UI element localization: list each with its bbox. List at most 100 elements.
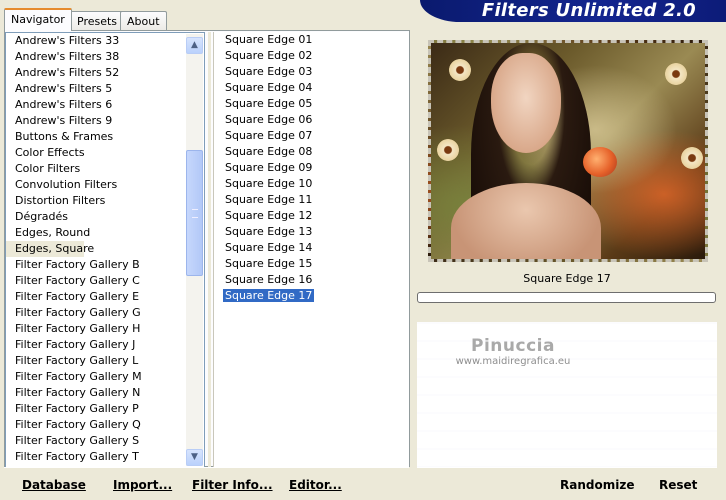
filter-item-label: Square Edge 04 — [225, 81, 313, 94]
filter-item[interactable]: Square Edge 01 — [214, 32, 409, 48]
watermark-url: www.maidiregrafica.eu — [455, 356, 571, 367]
reset-button[interactable]: Reset — [659, 474, 697, 496]
parameter-row[interactable] — [417, 414, 717, 430]
category-item[interactable]: Andrew's Filters 38 — [6, 49, 204, 65]
filter-item-label: Square Edge 06 — [225, 113, 313, 126]
category-scrollbar[interactable]: ▲ ▼ — [186, 34, 203, 466]
category-item[interactable]: Filter Factory Gallery G — [6, 305, 204, 321]
preview-image — [428, 40, 708, 262]
parameter-row[interactable] — [417, 396, 717, 412]
preview-flower — [681, 147, 703, 169]
filter-item[interactable]: Square Edge 02 — [214, 48, 409, 64]
filter-item[interactable]: Square Edge 05 — [214, 96, 409, 112]
filter-item[interactable]: Square Edge 14 — [214, 240, 409, 256]
filter-item-label: Square Edge 12 — [225, 209, 313, 222]
category-item[interactable]: Buttons & Frames — [6, 129, 204, 145]
bottom-toolbar-right: Randomize Reset — [417, 467, 717, 500]
filter-item[interactable]: Square Edge 16 — [214, 272, 409, 288]
category-item[interactable]: Filter Factory Gallery T — [6, 449, 204, 465]
filter-item-label: Square Edge 03 — [225, 65, 313, 78]
preview-face — [491, 53, 561, 153]
filter-item[interactable]: Square Edge 04 — [214, 80, 409, 96]
preview-flower — [665, 63, 687, 85]
filter-item[interactable]: Square Edge 09 — [214, 160, 409, 176]
filter-item-label: Square Edge 11 — [225, 193, 313, 206]
tab-presets[interactable]: Presets — [70, 11, 125, 30]
filter-item-label: Square Edge 05 — [225, 97, 313, 110]
preview-rose — [583, 147, 617, 177]
parameter-row[interactable] — [417, 432, 717, 448]
category-item[interactable]: Andrew's Filters 6 — [6, 97, 204, 113]
category-item[interactable]: Dégradés — [6, 209, 204, 225]
chevron-up-icon[interactable]: ▲ — [186, 37, 203, 54]
category-item[interactable]: Filter Factory Gallery S — [6, 433, 204, 449]
bottom-toolbar: Database Import... Filter Info... Editor… — [4, 467, 726, 500]
filter-item-label: Square Edge 15 — [225, 257, 313, 270]
filter-item-label: Square Edge 07 — [225, 129, 313, 142]
category-item[interactable]: Andrew's Filters 33 — [6, 33, 204, 49]
category-item[interactable]: Filter Factory Gallery H — [6, 321, 204, 337]
watermark-name: Pinuccia — [471, 336, 555, 356]
preview-flower — [449, 59, 471, 81]
filter-item[interactable]: Square Edge 13 — [214, 224, 409, 240]
filter-item-label: Square Edge 10 — [225, 177, 313, 190]
category-item[interactable]: Filter Factory Gallery N — [6, 385, 204, 401]
filter-item[interactable]: Square Edge 03 — [214, 64, 409, 80]
filter-item-label: Square Edge 16 — [225, 273, 313, 286]
filter-item[interactable]: Square Edge 08 — [214, 144, 409, 160]
list-splitter — [208, 32, 211, 468]
category-item[interactable]: Filter Factory Gallery L — [6, 353, 204, 369]
category-item[interactable]: Color Filters — [6, 161, 204, 177]
category-item[interactable]: Filter Factory Gallery P — [6, 401, 204, 417]
category-item[interactable]: Filter Factory Gallery Q — [6, 417, 204, 433]
parameter-row[interactable] — [417, 378, 717, 394]
filter-item-label: Square Edge 08 — [225, 145, 313, 158]
category-item[interactable]: Filter Factory Gallery C — [6, 273, 204, 289]
preview-flower — [437, 139, 459, 161]
tab-about[interactable]: About — [120, 11, 167, 30]
import-button[interactable]: Import... — [113, 474, 172, 496]
filter-item-label: Square Edge 17 — [221, 288, 316, 303]
category-item[interactable]: Distortion Filters — [6, 193, 204, 209]
database-button[interactable]: Database — [22, 474, 86, 496]
category-item[interactable]: Edges, Square — [6, 241, 94, 257]
filter-item[interactable]: Square Edge 07 — [214, 128, 409, 144]
bottom-toolbar-left: Database Import... Filter Info... Editor… — [4, 467, 408, 500]
category-item[interactable]: Filter Factory Gallery M — [6, 369, 204, 385]
filter-item-label: Square Edge 01 — [225, 33, 313, 46]
filter-item-label: Square Edge 09 — [225, 161, 313, 174]
chevron-down-icon[interactable]: ▼ — [186, 449, 203, 466]
parameter-row[interactable] — [417, 306, 717, 322]
category-item[interactable]: Filter Factory Gallery E — [6, 289, 204, 305]
filter-item[interactable]: Square Edge 11 — [214, 192, 409, 208]
category-item[interactable]: Andrew's Filters 5 — [6, 81, 204, 97]
app-title-banner: Filters Unlimited 2.0 — [420, 0, 726, 22]
randomize-button[interactable]: Randomize — [560, 474, 634, 496]
filter-item[interactable]: Square Edge 15 — [214, 256, 409, 272]
tab-navigator[interactable]: Navigator — [4, 8, 72, 31]
editor-button[interactable]: Editor... — [289, 474, 342, 496]
category-item[interactable]: Convolution Filters — [6, 177, 204, 193]
parameter-area — [417, 306, 717, 468]
category-item[interactable]: Edges, Round — [6, 225, 204, 241]
filter-item[interactable]: Square Edge 06 — [214, 112, 409, 128]
filter-item[interactable]: Square Edge 17 — [214, 288, 409, 304]
category-item[interactable]: Filter Factory Gallery J — [6, 337, 204, 353]
filter-info-button[interactable]: Filter Info... — [192, 474, 273, 496]
filter-item[interactable]: Square Edge 10 — [214, 176, 409, 192]
filter-item[interactable]: Square Edge 12 — [214, 208, 409, 224]
category-item[interactable]: Andrew's Filters 9 — [6, 113, 204, 129]
category-item[interactable]: Andrew's Filters 52 — [6, 65, 204, 81]
parameter-row[interactable] — [417, 450, 717, 466]
scrollbar-thumb[interactable] — [186, 150, 203, 276]
category-item[interactable]: Filter Factory Gallery B — [6, 257, 204, 273]
category-item[interactable]: Color Effects — [6, 145, 204, 161]
category-list[interactable]: Andrew's Filters 33 Andrew's Filters 38 An… — [5, 32, 205, 468]
filter-item-label: Square Edge 13 — [225, 225, 313, 238]
filter-item-label: Square Edge 02 — [225, 49, 313, 62]
watermark: Pinuccia www.maidiregrafica.eu — [443, 336, 583, 367]
filter-list[interactable]: Square Edge 01 Square Edge 02 Square Edge … — [213, 32, 409, 468]
preview-caption: Square Edge 17 — [417, 268, 717, 290]
filter-item-label: Square Edge 14 — [225, 241, 313, 254]
progress-bar — [417, 292, 716, 303]
